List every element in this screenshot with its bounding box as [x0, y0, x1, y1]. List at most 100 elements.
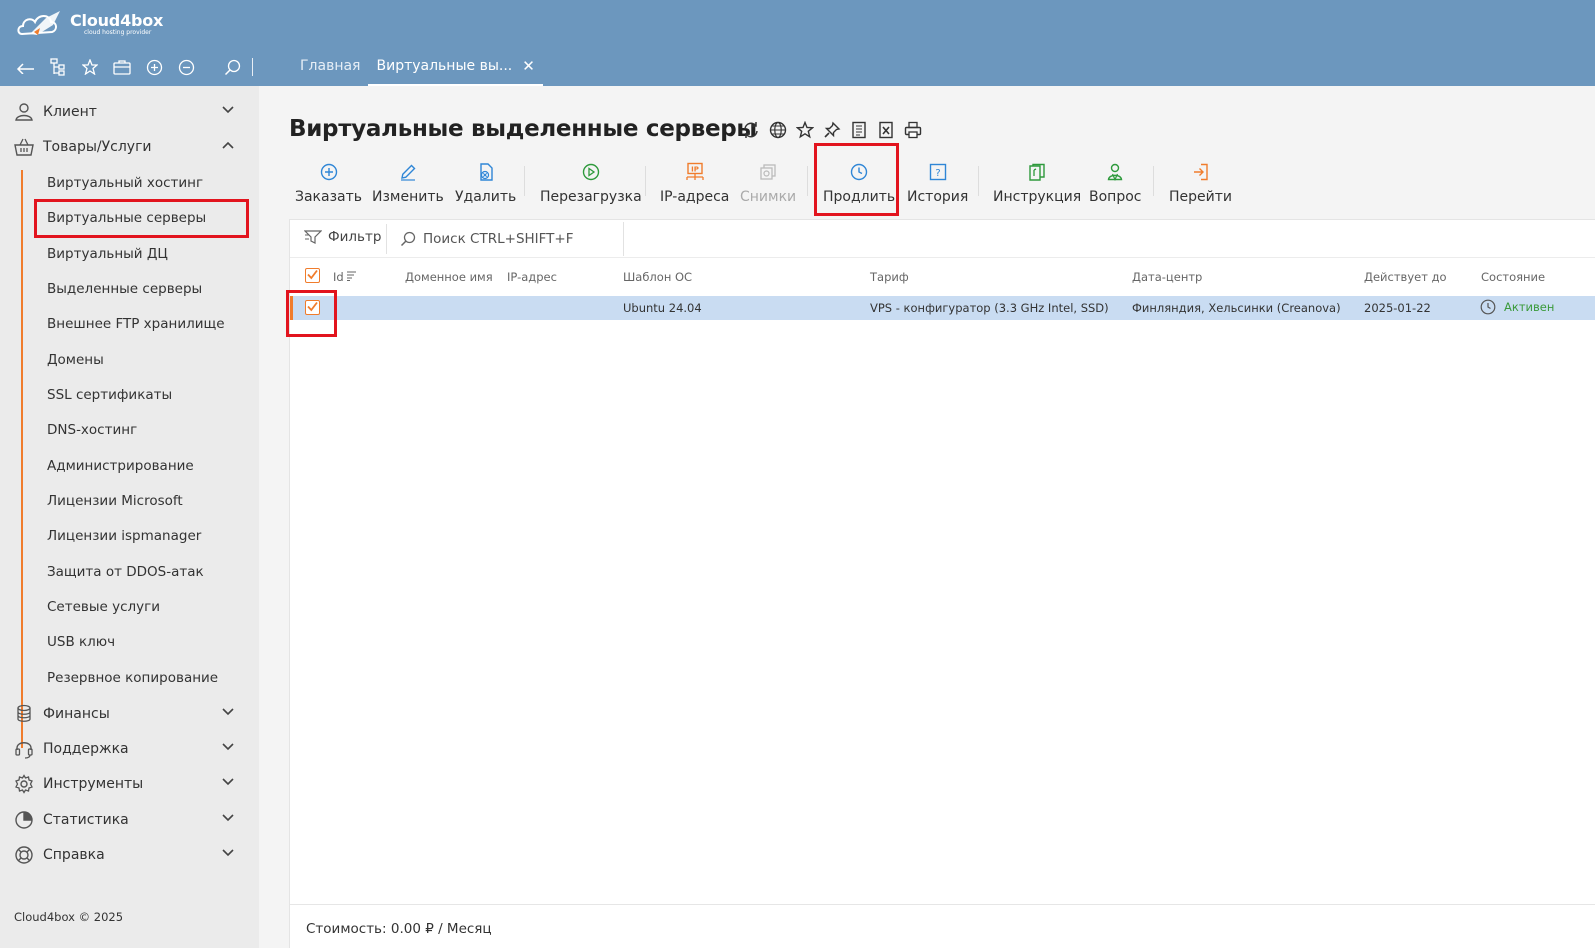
sort-icon — [346, 271, 356, 281]
search-icon[interactable] — [216, 54, 248, 80]
column-header-valid-until[interactable]: Действует до — [1364, 270, 1447, 284]
goto-button[interactable]: Перейти — [1169, 156, 1232, 216]
snapshots-button[interactable]: Снимки — [740, 156, 796, 216]
sidebar-item-statistics[interactable]: Статистика — [0, 804, 259, 836]
instruction-button[interactable]: Инструкция — [993, 156, 1081, 216]
chevron-down-icon — [222, 708, 234, 716]
column-header-datacenter[interactable]: Дата-центр — [1132, 270, 1202, 284]
back-icon[interactable] — [10, 54, 42, 80]
restart-button[interactable]: Перезагрузка — [540, 156, 642, 216]
sidebar-item-label: Статистика — [43, 812, 129, 828]
globe-icon[interactable] — [768, 120, 788, 140]
toolbar-separator — [645, 166, 646, 196]
question-button[interactable]: Вопрос — [1089, 156, 1141, 216]
toolbar-separator — [524, 166, 525, 196]
column-header-os[interactable]: Шаблон ОС — [623, 270, 692, 284]
filter-divider — [386, 224, 387, 254]
column-header-tariff[interactable]: Тариф — [870, 270, 909, 284]
sidebar-subitem-ssl[interactable]: SSL сертификаты — [47, 387, 172, 411]
ip-addresses-button[interactable]: IP IP-адреса — [660, 156, 729, 216]
sidebar-item-label: Поддержка — [43, 741, 129, 757]
pin-icon[interactable] — [822, 120, 842, 140]
clock-icon — [850, 160, 868, 184]
question-user-icon — [1106, 160, 1124, 184]
sidebar-subitem-virtual-dc[interactable]: Виртуальный ДЦ — [47, 246, 168, 270]
sidebar-item-label: Справка — [43, 847, 105, 863]
zoom-in-icon[interactable] — [138, 54, 170, 80]
restart-icon — [582, 160, 600, 184]
page-title: Виртуальные выделенные серверы — [289, 116, 757, 142]
sidebar: Клиент Товары/Услуги Виртуальный хостинг… — [0, 86, 259, 948]
sidebar-item-tools[interactable]: Инструменты — [0, 768, 259, 800]
sidebar-subitem-ddos-protection[interactable]: Защита от DDOS-атак — [47, 564, 204, 588]
sidebar-subitem-domains[interactable]: Домены — [47, 352, 104, 376]
sidebar-item-client[interactable]: Клиент — [0, 96, 259, 128]
tree-icon[interactable] — [42, 54, 74, 80]
clock-icon — [1480, 299, 1496, 315]
order-button-label: Заказать — [295, 189, 363, 205]
cell-os: Ubuntu 24.04 — [623, 301, 702, 315]
print-icon[interactable] — [903, 120, 923, 140]
sidebar-item-support[interactable]: Поддержка — [0, 733, 259, 765]
sidebar-subitem-administration[interactable]: Администрирование — [47, 458, 194, 482]
sidebar-subitem-network-services[interactable]: Сетевые услуги — [47, 599, 160, 623]
document-icon[interactable] — [849, 120, 869, 140]
tab-bar: Главная Виртуальные вы... ✕ — [292, 54, 543, 86]
delete-button[interactable]: Удалить — [455, 156, 516, 216]
edit-button[interactable]: Изменить — [372, 156, 444, 216]
close-icon[interactable]: ✕ — [522, 58, 535, 84]
sidebar-subitem-ispmanager-licenses[interactable]: Лицензии ispmanager — [47, 528, 201, 552]
column-header-ip[interactable]: IP-адрес — [507, 270, 557, 284]
ip-addresses-button-label: IP-адреса — [660, 189, 730, 205]
column-header-id[interactable]: Id — [333, 270, 357, 284]
cost-summary: Стоимость: 0.00 ₽ / Месяц — [306, 921, 492, 937]
toolbar-separator — [1153, 166, 1154, 196]
sidebar-subitem-backup[interactable]: Резервное копирование — [47, 670, 218, 694]
sidebar-subitem-virtual-servers[interactable]: Виртуальные серверы — [47, 210, 206, 234]
filter-button[interactable]: Фильтр — [304, 229, 381, 245]
select-all-checkbox[interactable] — [305, 268, 320, 283]
column-header-id-label: Id — [333, 270, 344, 284]
renew-button[interactable]: Продлить — [823, 156, 895, 216]
sidebar-subitem-dns-hosting[interactable]: DNS-хостинг — [47, 422, 137, 446]
sidebar-subitem-usb-key[interactable]: USB ключ — [47, 634, 115, 658]
history-icon: ? — [929, 160, 947, 184]
refresh-icon[interactable] — [741, 120, 761, 140]
column-header-status[interactable]: Состояние — [1481, 270, 1545, 284]
excel-icon[interactable] — [876, 120, 896, 140]
logo[interactable]: Cloud4box cloud hosting provider — [16, 8, 163, 38]
table-footer: Стоимость: 0.00 ₽ / Месяц — [290, 904, 1595, 948]
row-checkbox[interactable] — [305, 300, 320, 315]
sidebar-item-help[interactable]: Справка — [0, 839, 259, 871]
table-header: Id Доменное имя IP-адрес Шаблон ОС Тариф… — [290, 260, 1595, 294]
snapshots-button-label: Снимки — [740, 189, 797, 205]
submenu-line — [21, 170, 23, 748]
tab-virtual-servers[interactable]: Виртуальные вы... ✕ — [368, 54, 543, 86]
sidebar-subitem-virtual-hosting[interactable]: Виртуальный хостинг — [47, 175, 203, 199]
delete-icon — [477, 160, 495, 184]
zoom-out-icon[interactable] — [170, 54, 202, 80]
sidebar-item-products[interactable]: Товары/Услуги — [0, 131, 259, 163]
star-icon[interactable] — [795, 120, 815, 140]
tab-home[interactable]: Главная — [292, 54, 368, 86]
sidebar-subitem-microsoft-licenses[interactable]: Лицензии Microsoft — [47, 493, 183, 517]
history-button[interactable]: ? История — [907, 156, 968, 216]
pie-chart-icon — [14, 810, 34, 830]
star-icon[interactable] — [74, 54, 106, 80]
table-panel: Фильтр Id Доменное имя IP-адрес Шаблон О… — [289, 219, 1595, 948]
sidebar-subitem-ftp-storage[interactable]: Внешнее FTP хранилище — [47, 316, 225, 340]
chevron-down-icon — [222, 814, 234, 822]
column-header-domain[interactable]: Доменное имя — [405, 270, 493, 284]
search-input[interactable] — [423, 231, 613, 247]
table-row[interactable]: Ubuntu 24.04 VPS - конфигуратор (3.3 GHz… — [290, 296, 1595, 320]
sidebar-item-label: Клиент — [43, 104, 97, 120]
basket-icon — [14, 137, 34, 157]
renew-button-label: Продлить — [823, 189, 896, 205]
sidebar-subitem-dedicated-servers[interactable]: Выделенные серверы — [47, 281, 202, 305]
sidebar-item-finance[interactable]: Финансы — [0, 698, 259, 730]
top-header: Cloud4box cloud hosting provider Главная — [0, 0, 1595, 86]
order-button[interactable]: Заказать — [295, 156, 362, 216]
goto-icon — [1192, 160, 1210, 184]
briefcase-icon[interactable] — [106, 54, 138, 80]
cell-valid-until: 2025-01-22 — [1364, 301, 1431, 315]
